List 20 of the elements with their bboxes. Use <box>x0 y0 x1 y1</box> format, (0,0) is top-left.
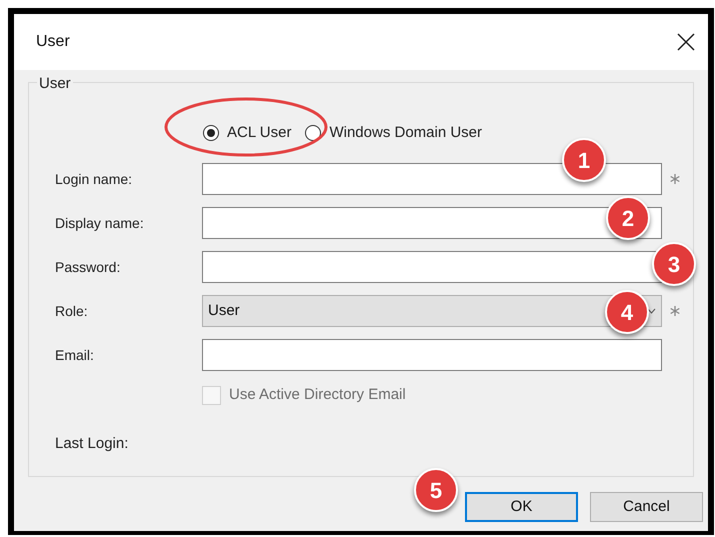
field-label: Email: <box>55 346 95 364</box>
dialog-button[interactable]: OK <box>465 492 578 522</box>
last-login-label: Last Login: <box>55 434 130 454</box>
field-label: Password: <box>55 258 122 276</box>
checkbox-label: Use Active Directory Email <box>229 385 406 405</box>
radio-button[interactable] <box>305 125 322 141</box>
field-label: Login name: <box>55 170 134 189</box>
window-title: User <box>36 32 70 52</box>
radio-label: Windows Domain User <box>329 122 482 143</box>
required-asterisk-icon <box>670 306 680 316</box>
radio-button[interactable] <box>203 125 219 141</box>
input-field[interactable] <box>202 339 662 371</box>
radio-label: ACL User <box>227 122 292 143</box>
field-label: Display name: <box>55 214 145 233</box>
required-asterisk-icon <box>670 174 680 184</box>
chevron-down-icon <box>647 308 656 314</box>
input-field[interactable] <box>202 251 662 283</box>
input-field[interactable] <box>202 207 662 239</box>
dialog-button[interactable]: Cancel <box>590 492 703 522</box>
field-label: Role: <box>55 302 89 320</box>
